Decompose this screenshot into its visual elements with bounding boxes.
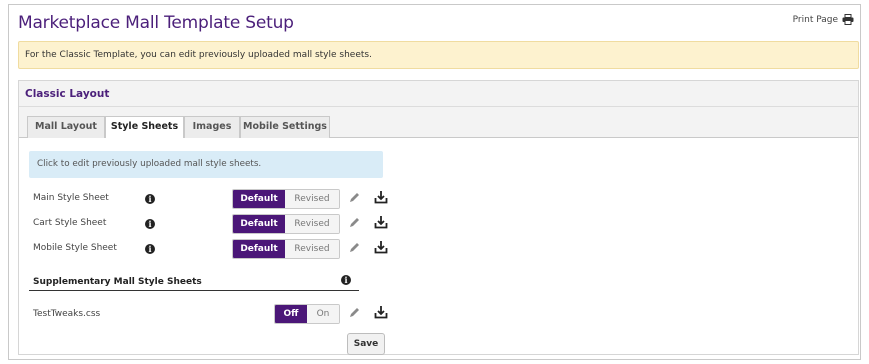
main-style-toggle: Default Revised [232, 189, 340, 209]
download-icon[interactable] [374, 215, 388, 229]
info-icon[interactable]: i [145, 194, 155, 204]
info-message: Click to edit previously uploaded mall s… [29, 151, 383, 178]
page-title: Marketplace Mall Template Setup [18, 13, 294, 33]
pencil-icon[interactable] [349, 242, 360, 253]
tab-images[interactable]: Images [184, 116, 240, 138]
download-icon[interactable] [374, 240, 388, 254]
row-label-main: Main Style Sheet [33, 193, 109, 203]
pencil-icon[interactable] [349, 192, 360, 203]
row-label-mobile: Mobile Style Sheet [33, 243, 117, 253]
off-option[interactable]: Off [275, 305, 307, 323]
notice-banner: For the Classic Template, you can edit p… [18, 41, 859, 69]
save-button[interactable]: Save [347, 333, 385, 355]
pencil-icon[interactable] [349, 307, 360, 318]
info-icon[interactable]: i [341, 275, 351, 285]
revised-option[interactable]: Revised [285, 190, 339, 208]
section-divider [29, 290, 359, 291]
tab-mobile-settings[interactable]: Mobile Settings [240, 116, 330, 138]
tab-mall-layout[interactable]: Mall Layout [27, 116, 105, 138]
default-option[interactable]: Default [233, 190, 285, 208]
info-icon[interactable]: i [145, 244, 155, 254]
default-option[interactable]: Default [233, 215, 285, 233]
print-page-link[interactable]: Print Page [793, 14, 854, 25]
on-option[interactable]: On [307, 305, 339, 323]
classic-layout-panel: Classic Layout Mall Layout Style Sheets … [18, 80, 859, 355]
tab-bar: Mall Layout Style Sheets Images Mobile S… [19, 116, 858, 139]
info-icon[interactable]: i [145, 219, 155, 229]
revised-option[interactable]: Revised [285, 215, 339, 233]
default-option[interactable]: Default [233, 240, 285, 258]
cart-style-toggle: Default Revised [232, 214, 340, 234]
style-sheets-content: Click to edit previously uploaded mall s… [19, 138, 858, 355]
download-icon[interactable] [374, 190, 388, 204]
row-label-testtweaks: TestTweaks.css [33, 309, 101, 319]
supplementary-title: Supplementary Mall Style Sheets [33, 277, 202, 287]
pencil-icon[interactable] [349, 217, 360, 228]
print-icon [842, 14, 854, 25]
tab-style-sheets[interactable]: Style Sheets [105, 116, 184, 139]
testtweaks-toggle: Off On [274, 304, 340, 324]
print-page-label: Print Page [792, 14, 838, 25]
row-label-cart: Cart Style Sheet [33, 218, 107, 228]
revised-option[interactable]: Revised [285, 240, 339, 258]
mobile-style-toggle: Default Revised [232, 239, 340, 259]
page-container: Marketplace Mall Template Setup Print Pa… [8, 4, 861, 360]
panel-title: Classic Layout [19, 81, 858, 107]
download-icon[interactable] [374, 305, 388, 319]
